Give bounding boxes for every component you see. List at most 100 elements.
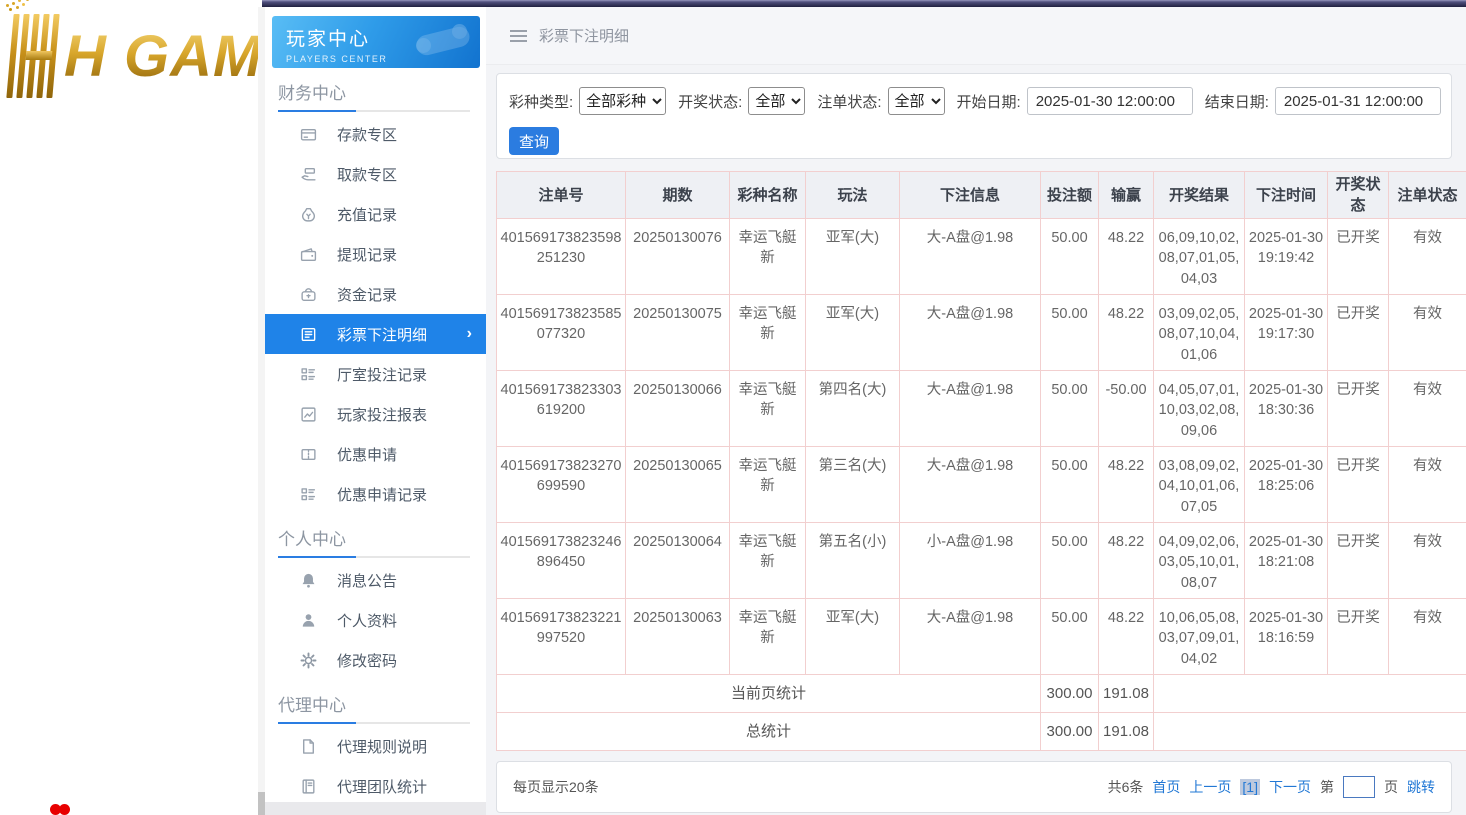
sidebar-item-withdraw-record[interactable]: 提现记录› xyxy=(262,234,486,274)
first-page-link[interactable]: 首页 xyxy=(1152,777,1180,797)
table-row: 40156917382330361920020250130066幸运飞艇新第四名… xyxy=(497,371,1466,447)
withdraw-hand-icon xyxy=(300,166,317,183)
sidebar-item-hall-bet-record[interactable]: 厅室投注记录› xyxy=(262,354,486,394)
logo-sparkle-dots xyxy=(6,4,9,7)
cell-order-status: 有效 xyxy=(1389,371,1466,447)
sidebar-item-deposit-card[interactable]: 存款专区› xyxy=(262,114,486,154)
cell-bet-info: 大-A盘@1.98 xyxy=(900,599,1041,675)
cell-bet-time: 2025-01-30 19:19:42 xyxy=(1245,219,1328,295)
end-date-input[interactable] xyxy=(1275,87,1441,115)
cell-draw-result: 10,06,05,08,03,07,09,01,04,02 xyxy=(1154,599,1245,675)
summary-bet-total: 300.00 xyxy=(1041,675,1099,713)
order-status-label: 注单状态: xyxy=(817,91,881,112)
page-size-text: 每页显示20条 xyxy=(513,777,599,797)
summary-label: 当前页统计 xyxy=(497,675,1041,713)
sidebar-item-notice-bell[interactable]: 消息公告› xyxy=(262,560,486,600)
order-status-select[interactable]: 全部 xyxy=(888,87,945,115)
notice-bell-icon xyxy=(300,572,317,589)
sidebar: 玩家中心 PLAYERS CENTER 财务中心存款专区›取款专区›充值记录›提… xyxy=(262,0,486,815)
chevron-right-icon: › xyxy=(467,325,472,343)
logo-crossbar xyxy=(26,51,53,60)
lottery-type-select[interactable]: 全部彩种 xyxy=(579,87,666,115)
gamepad-icon xyxy=(416,23,470,59)
jump-prefix-text: 第 xyxy=(1320,777,1334,797)
cell-bet-amount: 50.00 xyxy=(1041,219,1099,295)
cell-order-status: 有效 xyxy=(1389,219,1466,295)
promo-apply-icon xyxy=(300,446,317,463)
table-header: 注单号期数彩种名称玩法下注信息投注额输赢开奖结果下注时间开奖状态注单状态 xyxy=(497,172,1466,219)
bet-detail-table: 注单号期数彩种名称玩法下注信息投注额输赢开奖结果下注时间开奖状态注单状态 401… xyxy=(496,171,1466,751)
player-bet-report-icon xyxy=(300,406,317,423)
scrollbar-thumb[interactable] xyxy=(258,792,265,815)
cell-order-no: 401569173823585077320 xyxy=(497,295,626,371)
cell-lottery-name: 幸运飞艇新 xyxy=(730,219,806,295)
sidebar-item-label: 厅室投注记录 xyxy=(337,364,427,385)
menu-toggle-icon[interactable] xyxy=(510,30,527,42)
password-gear-icon xyxy=(300,652,317,669)
draw-status-select[interactable]: 全部 xyxy=(748,87,805,115)
sidebar-item-agent-rules-doc[interactable]: 代理规则说明› xyxy=(262,726,486,766)
start-date-input[interactable] xyxy=(1027,87,1193,115)
cell-play-type: 第五名(小) xyxy=(806,523,900,599)
col-header-order-status: 注单状态 xyxy=(1389,172,1466,219)
cell-win-loss: 48.22 xyxy=(1099,599,1154,675)
table-row: 40156917382358507732020250130075幸运飞艇新亚军(… xyxy=(497,295,1466,371)
jump-suffix-text: 页 xyxy=(1384,777,1398,797)
query-button[interactable]: 查询 xyxy=(509,127,559,155)
vertical-scrollbar[interactable] xyxy=(258,7,265,815)
summary-win-loss-total: 191.08 xyxy=(1099,675,1154,713)
next-page-link[interactable]: 下一页 xyxy=(1269,777,1311,797)
cell-bet-amount: 50.00 xyxy=(1041,523,1099,599)
summary-label: 总统计 xyxy=(497,713,1041,751)
sidebar-item-recharge-record[interactable]: 充值记录› xyxy=(262,194,486,234)
cell-bet-info: 大-A盘@1.98 xyxy=(900,447,1041,523)
end-date-label: 结束日期: xyxy=(1205,91,1269,112)
jump-button[interactable]: 跳转 xyxy=(1407,777,1435,797)
funds-record-icon xyxy=(300,286,317,303)
sidebar-section-label: 财务中心 xyxy=(278,82,470,106)
summary-row: 当前页统计300.00191.08 xyxy=(497,675,1466,713)
promo-record-icon xyxy=(300,486,317,503)
brand-logo: H GAME xyxy=(10,14,262,98)
cell-play-type: 第四名(大) xyxy=(806,371,900,447)
jump-page-input[interactable] xyxy=(1343,776,1375,798)
main-content: 彩票下注明细 彩种类型: 全部彩种 开奖状态: 全部 注单状态: 全部 开始日期… xyxy=(486,7,1466,815)
sidebar-item-label: 彩票下注明细 xyxy=(337,324,427,345)
recharge-record-icon xyxy=(300,206,317,223)
sidebar-section-divider xyxy=(278,556,470,558)
sidebar-item-label: 存款专区 xyxy=(337,124,397,145)
col-header-lottery-name: 彩种名称 xyxy=(730,172,806,219)
pager: 共6条 首页 上一页 [1] 下一页 第 页 跳转 xyxy=(1108,776,1435,798)
cell-play-type: 亚军(大) xyxy=(806,599,900,675)
cell-order-no: 401569173823246896450 xyxy=(497,523,626,599)
sidebar-item-player-bet-report[interactable]: 玩家投注报表› xyxy=(262,394,486,434)
prev-page-link[interactable]: 上一页 xyxy=(1189,777,1231,797)
cell-lottery-name: 幸运飞艇新 xyxy=(730,371,806,447)
sidebar-item-promo-apply[interactable]: 优惠申请› xyxy=(262,434,486,474)
sidebar-item-agent-team-book[interactable]: 代理团队统计› xyxy=(262,766,486,802)
sidebar-item-promo-record[interactable]: 优惠申请记录› xyxy=(262,474,486,514)
sidebar-item-withdraw-hand[interactable]: 取款专区› xyxy=(262,154,486,194)
cell-play-type: 第三名(大) xyxy=(806,447,900,523)
sidebar-item-lottery-bet-detail[interactable]: 彩票下注明细 › xyxy=(262,314,486,354)
cell-draw-status: 已开奖 xyxy=(1328,523,1389,599)
summary-bet-total: 300.00 xyxy=(1041,713,1099,751)
cell-bet-time: 2025-01-30 18:30:36 xyxy=(1245,371,1328,447)
sidebar-item-label: 玩家投注报表 xyxy=(337,404,427,425)
cell-bet-info: 大-A盘@1.98 xyxy=(900,295,1041,371)
summary-empty-cell xyxy=(1154,713,1466,751)
sidebar-item-funds-record[interactable]: 资金记录› xyxy=(262,274,486,314)
draw-status-label: 开奖状态: xyxy=(678,91,742,112)
cell-bet-time: 2025-01-30 18:21:08 xyxy=(1245,523,1328,599)
agent-team-book-icon xyxy=(300,778,317,795)
col-header-order-no: 注单号 xyxy=(497,172,626,219)
sidebar-item-label: 优惠申请 xyxy=(337,444,397,465)
table-row: 40156917382322199752020250130063幸运飞艇新亚军(… xyxy=(497,599,1466,675)
sidebar-item-password-gear[interactable]: 修改密码› xyxy=(262,640,486,680)
sidebar-section-label: 代理中心 xyxy=(278,694,470,718)
cell-play-type: 亚军(大) xyxy=(806,295,900,371)
sidebar-menu: 财务中心存款专区›取款专区›充值记录›提现记录›资金记录› 彩票下注明细 › 厅室投注… xyxy=(262,82,486,802)
sidebar-item-profile-person[interactable]: 个人资料› xyxy=(262,600,486,640)
col-header-bet-amount: 投注额 xyxy=(1041,172,1099,219)
cell-period: 20250130065 xyxy=(626,447,730,523)
